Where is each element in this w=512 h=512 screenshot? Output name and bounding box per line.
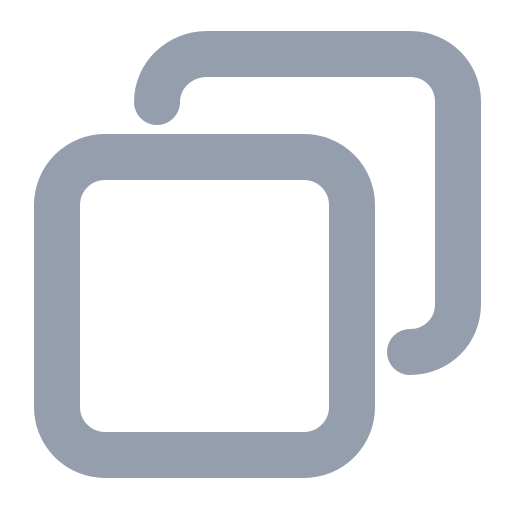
front-square-outline xyxy=(34,134,375,478)
copy-icon xyxy=(34,31,481,478)
back-square-outline xyxy=(134,31,481,375)
icon-canvas xyxy=(0,0,512,512)
